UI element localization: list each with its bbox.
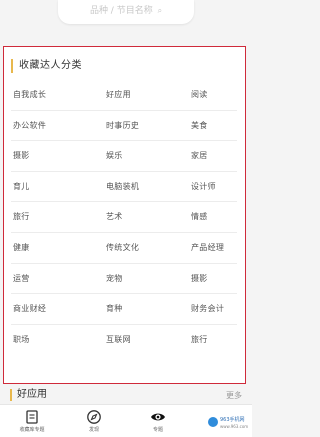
category-item[interactable]: 育儿: [13, 172, 30, 202]
book-icon: [26, 410, 38, 424]
category-item[interactable]: 设计师: [191, 172, 216, 202]
category-item[interactable]: 情感: [191, 202, 208, 232]
search-bar[interactable]: 品种 / 节目名称 ⌕: [58, 0, 194, 24]
tab-label: 专题: [152, 427, 163, 433]
category-item[interactable]: 互联网: [106, 325, 131, 355]
category-item[interactable]: 旅行: [13, 202, 30, 232]
category-item[interactable]: 传统文化: [106, 233, 139, 263]
category-row: 摄影 娱乐 家居: [11, 141, 237, 172]
compass-icon: [87, 410, 101, 424]
category-item[interactable]: 健康: [13, 233, 30, 263]
logo-text: 963手机网: [220, 417, 245, 423]
category-item[interactable]: 宠物: [106, 264, 123, 294]
category-item[interactable]: 艺术: [106, 202, 123, 232]
category-item[interactable]: 运营: [13, 264, 30, 294]
category-item[interactable]: 育种: [106, 294, 123, 324]
search-icon: ⌕: [157, 6, 163, 15]
category-grid: 自我成长 好应用 阅读办公软件 时事历史 美食摄影 娱乐 家居育儿 电脑装机 设计师旅行 艺术 情感…: [4, 80, 244, 354]
category-item[interactable]: 摄影: [13, 141, 30, 171]
tab-topic[interactable]: 专题: [128, 405, 188, 437]
category-row: 办公软件 时事历史 美食: [11, 111, 237, 142]
search-placeholder: 品种 / 节目名称: [89, 6, 153, 16]
tab-label: 收藏库专题: [19, 427, 45, 433]
category-item[interactable]: 财务会计: [191, 294, 224, 324]
eye-icon: [151, 413, 165, 421]
card-title: 收藏达人分类: [11, 59, 82, 73]
category-item[interactable]: 摄影: [191, 264, 208, 294]
tab-library[interactable]: 收藏库专题: [2, 405, 62, 437]
category-item[interactable]: 电脑装机: [106, 172, 139, 202]
category-item[interactable]: 旅行: [191, 325, 208, 355]
category-row: 育儿 电脑装机 设计师: [11, 172, 237, 203]
category-row: 商业财经 育种 财务会计: [11, 294, 237, 325]
category-item[interactable]: 自我成长: [13, 80, 46, 110]
category-item[interactable]: 产品经理: [191, 233, 224, 263]
category-item[interactable]: 时事历史: [106, 111, 139, 141]
category-item[interactable]: 商业财经: [13, 294, 46, 324]
category-row: 健康 传统文化 产品经理: [11, 233, 237, 264]
category-item[interactable]: 家居: [191, 141, 208, 171]
category-row: 职场 互联网 旅行: [11, 325, 237, 355]
category-item[interactable]: 办公软件: [13, 111, 46, 141]
category-item[interactable]: 职场: [13, 325, 30, 355]
category-item[interactable]: 好应用: [106, 80, 131, 110]
category-row: 运营 宠物 摄影: [11, 264, 237, 295]
site-logo: 963手机网 www.963.com: [206, 414, 250, 432]
category-card: 收藏达人分类 自我成长 好应用 阅读办公软件 时事历史 美食摄影 娱乐 家居育儿 电脑装机 设计…: [3, 46, 246, 384]
category-item[interactable]: 娱乐: [106, 141, 123, 171]
bottom-tabbar: 收藏库专题 发现 专题 963手机网 www.963.com: [0, 404, 252, 437]
category-row: 自我成长 好应用 阅读: [11, 80, 237, 111]
logo-url: www.963.com: [220, 424, 249, 429]
logo-mark-icon: [208, 417, 218, 427]
section-title: 好应用: [10, 389, 47, 401]
category-item[interactable]: 美食: [191, 111, 208, 141]
top-area: 品种 / 节目名称 ⌕: [0, 0, 252, 46]
category-row: 旅行 艺术 情感: [11, 202, 237, 233]
tab-label: 发现: [88, 427, 99, 433]
section-header: 好应用 更多: [0, 384, 252, 406]
tab-discover[interactable]: 发现: [64, 405, 124, 437]
more-link[interactable]: 更多: [226, 390, 242, 402]
category-item[interactable]: 阅读: [191, 80, 208, 110]
